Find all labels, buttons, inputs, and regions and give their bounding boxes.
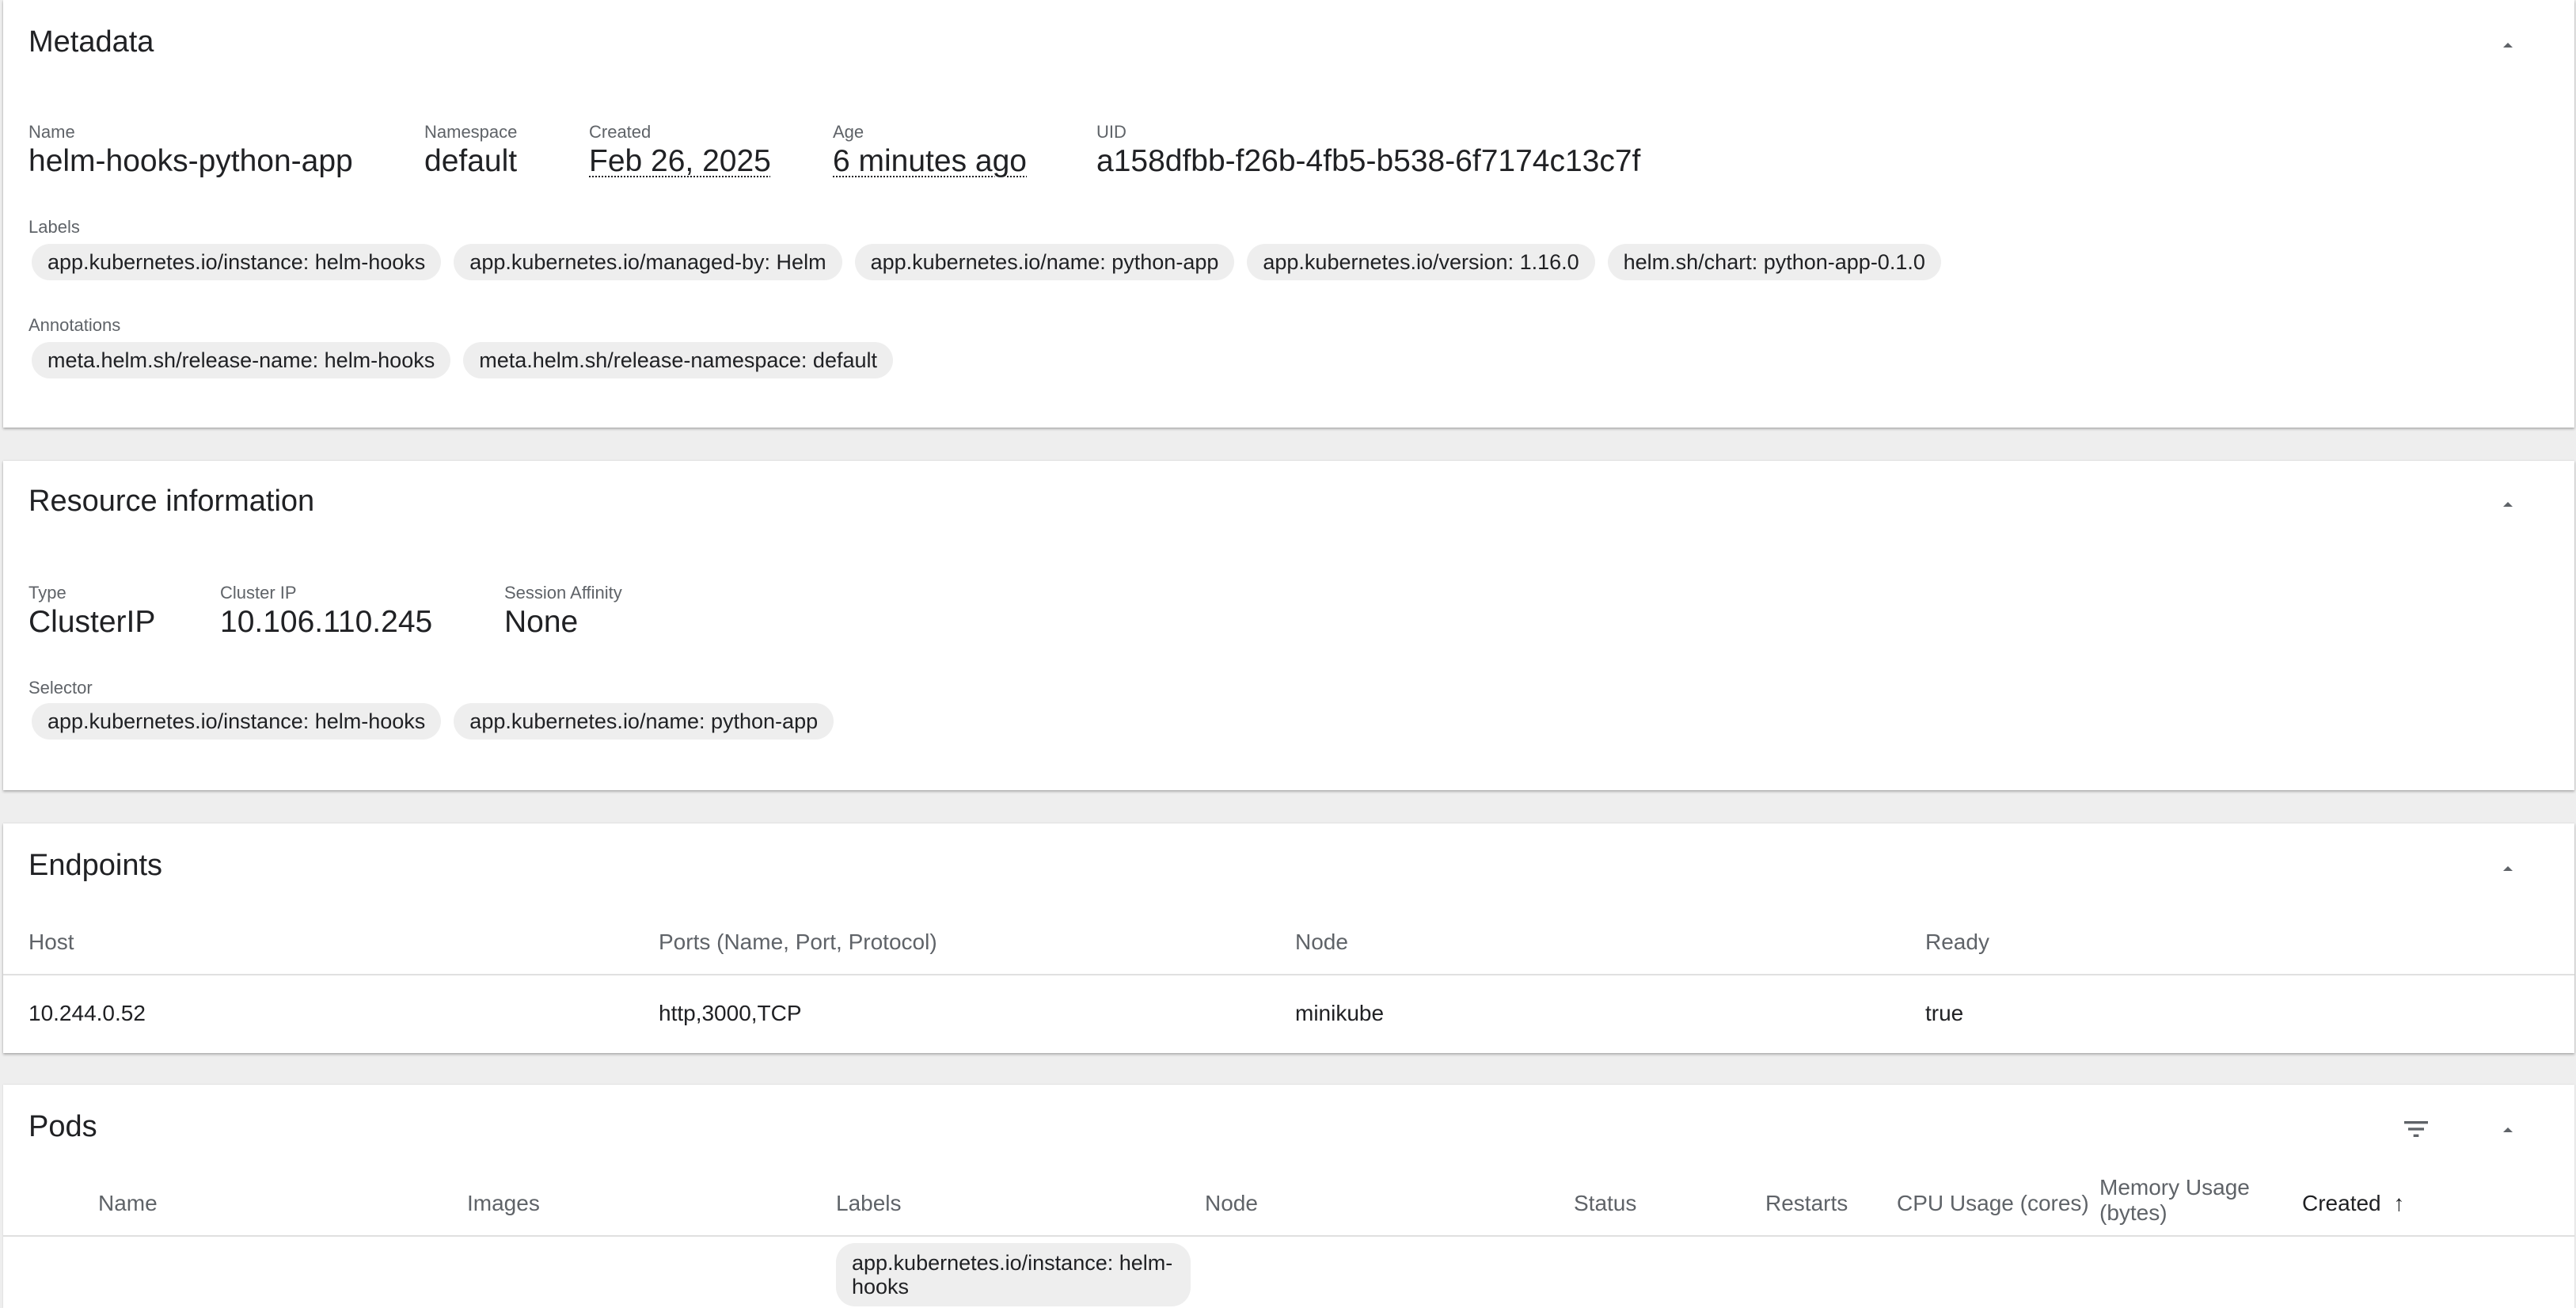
field-cluster-ip-label: Cluster IP bbox=[220, 583, 297, 603]
cell-ports: http,3000,TCP bbox=[659, 1001, 802, 1025]
col-status[interactable]: Status bbox=[1574, 1191, 1636, 1216]
col-node: Node bbox=[1295, 930, 1348, 954]
col-ports: Ports (Name, Port, Protocol) bbox=[659, 930, 937, 954]
endpoints-card: Endpoints Host Ports (Name, Port, Protoc… bbox=[3, 823, 2574, 1053]
label-chip: app.kubernetes.io/name: python-app bbox=[854, 244, 1235, 280]
label-chip: app.kubernetes.io/managed-by: Helm bbox=[454, 244, 842, 280]
field-session-affinity-label: Session Affinity bbox=[504, 583, 622, 603]
field-uid-value: a158dfbb-f26b-4fb5-b538-6f7174c13c7f bbox=[1096, 144, 1641, 178]
selector-chip: app.kubernetes.io/instance: helm-hooks bbox=[32, 703, 442, 740]
arrow-upward-icon: ↑ bbox=[2393, 1191, 2405, 1215]
resource-info-card: Resource information Type ClusterIP Clus… bbox=[3, 461, 2574, 790]
pod-label-chip: app.kubernetes.io/instance: helm-hooks bbox=[836, 1243, 1191, 1306]
cell-ready: true bbox=[1925, 1001, 1964, 1025]
expand-less-icon bbox=[2503, 502, 2513, 507]
metadata-title: Metadata bbox=[28, 25, 154, 59]
endpoints-divider bbox=[3, 974, 2574, 975]
expand-less-icon bbox=[2503, 43, 2513, 48]
filter-list-icon bbox=[2404, 1121, 2428, 1137]
selector-list: app.kubernetes.io/instance: helm-hooks a… bbox=[32, 703, 834, 740]
field-type-label: Type bbox=[28, 583, 66, 603]
col-created[interactable]: Created ↑ bbox=[2302, 1191, 2404, 1216]
metadata-card: Metadata Name helm-hooks-python-app Name… bbox=[3, 0, 2574, 428]
col-labels: Labels bbox=[836, 1191, 902, 1215]
label-chip: helm.sh/chart: python-app-0.1.0 bbox=[1607, 244, 1941, 280]
label-chip: app.kubernetes.io/instance: helm-hooks bbox=[32, 244, 442, 280]
field-cluster-ip: Cluster IP 10.106.110.245 bbox=[220, 583, 432, 641]
field-created: Created Feb 26, 2025 bbox=[589, 122, 771, 181]
selector-chip: app.kubernetes.io/name: python-app bbox=[454, 703, 834, 740]
pods-title: Pods bbox=[28, 1110, 97, 1143]
endpoints-collapse-button[interactable] bbox=[2489, 849, 2527, 887]
annotations-list: meta.helm.sh/release-name: helm-hooks me… bbox=[32, 342, 893, 378]
metadata-collapse-button[interactable] bbox=[2489, 25, 2527, 63]
field-name-label: Name bbox=[28, 122, 75, 142]
expand-less-icon bbox=[2503, 1127, 2513, 1132]
col-memory-usage-line1: Memory Usage bbox=[2099, 1175, 2250, 1200]
col-node: Node bbox=[1205, 1191, 1258, 1215]
resource-info-title: Resource information bbox=[28, 485, 315, 518]
field-session-affinity-value: None bbox=[504, 605, 579, 639]
field-namespace-label: Namespace bbox=[424, 122, 518, 142]
col-images: Images bbox=[467, 1191, 540, 1215]
field-type-value: ClusterIP bbox=[28, 605, 156, 639]
expand-less-icon bbox=[2503, 866, 2513, 871]
col-name[interactable]: Name bbox=[98, 1191, 158, 1216]
field-created-label: Created bbox=[589, 122, 652, 142]
col-host: Host bbox=[28, 930, 74, 954]
col-created-label: Created bbox=[2302, 1191, 2381, 1215]
field-age-label: Age bbox=[833, 122, 864, 142]
field-uid-label: UID bbox=[1096, 122, 1127, 142]
cell-node: minikube bbox=[1295, 1001, 1385, 1025]
pods-card: Pods Name Images Labels Node Status Rest… bbox=[3, 1085, 2574, 1308]
labels-title: Labels bbox=[28, 217, 80, 237]
annotation-chip: meta.helm.sh/release-name: helm-hooks bbox=[32, 342, 451, 378]
col-cpu-usage: CPU Usage (cores) bbox=[1897, 1191, 2089, 1215]
field-age-value[interactable]: 6 minutes ago bbox=[833, 143, 1027, 181]
pods-collapse-button[interactable] bbox=[2489, 1110, 2527, 1148]
endpoints-title: Endpoints bbox=[28, 849, 163, 882]
pods-divider bbox=[3, 1235, 2574, 1237]
labels-list: app.kubernetes.io/instance: helm-hooks a… bbox=[32, 244, 1941, 280]
cell-host: 10.244.0.52 bbox=[28, 1001, 146, 1025]
col-memory-usage: Memory Usage (bytes) bbox=[2099, 1175, 2250, 1226]
field-namespace-value: default bbox=[424, 144, 518, 178]
field-created-value[interactable]: Feb 26, 2025 bbox=[589, 143, 771, 181]
label-chip: app.kubernetes.io/version: 1.16.0 bbox=[1247, 244, 1595, 280]
col-ready: Ready bbox=[1925, 930, 1989, 954]
annotations-title: Annotations bbox=[28, 315, 121, 335]
field-uid: UID a158dfbb-f26b-4fb5-b538-6f7174c13c7f bbox=[1096, 122, 1640, 181]
field-name-value: helm-hooks-python-app bbox=[28, 144, 353, 178]
field-namespace: Namespace default bbox=[424, 122, 517, 181]
selector-title: Selector bbox=[28, 678, 93, 698]
col-restarts: Restarts bbox=[1765, 1191, 1848, 1215]
field-type: Type ClusterIP bbox=[28, 583, 155, 641]
field-cluster-ip-value: 10.106.110.245 bbox=[220, 605, 433, 639]
field-session-affinity: Session Affinity None bbox=[504, 583, 622, 641]
resource-collapse-button[interactable] bbox=[2489, 485, 2527, 523]
filter-button[interactable] bbox=[2397, 1110, 2435, 1148]
field-age: Age 6 minutes ago bbox=[833, 122, 1027, 181]
col-memory-usage-line2: (bytes) bbox=[2099, 1200, 2168, 1225]
field-name: Name helm-hooks-python-app bbox=[28, 122, 353, 181]
annotation-chip: meta.helm.sh/release-namespace: default bbox=[463, 342, 893, 378]
